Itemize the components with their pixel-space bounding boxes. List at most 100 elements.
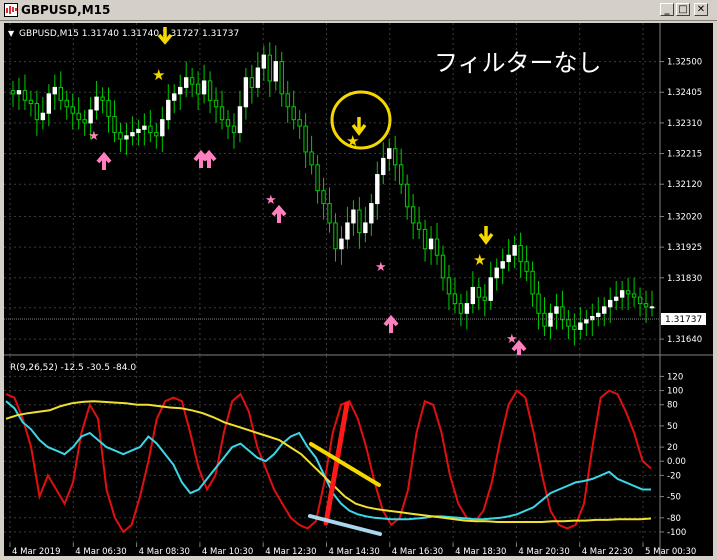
buy-arrow — [201, 149, 217, 168]
candle-body — [608, 299, 613, 308]
candle-body — [58, 86, 63, 101]
time-tick-label: 4 Mar 06:30 — [75, 547, 126, 556]
time-tick-label: 4 Mar 12:30 — [265, 547, 316, 556]
buy-arrow — [383, 314, 399, 333]
close-button[interactable]: ✕ — [694, 3, 708, 16]
candle-body — [345, 222, 350, 240]
star-marker: ★ — [88, 129, 100, 144]
candle-body — [303, 125, 308, 153]
candle-body — [22, 90, 28, 101]
buy-arrow — [96, 151, 112, 170]
candle-body — [488, 277, 493, 301]
candle-body — [201, 80, 207, 95]
candle-body — [136, 128, 141, 134]
candle-body — [106, 99, 111, 117]
candle-body — [631, 293, 637, 298]
candle-body — [404, 183, 410, 208]
candle-body — [315, 164, 320, 192]
candle-body — [357, 209, 362, 234]
candle-body — [428, 238, 434, 250]
annotation-stroke-yellow — [309, 442, 381, 487]
candle-body — [464, 303, 470, 314]
candle-body — [560, 306, 565, 321]
time-tick-label: 4 Mar 14:30 — [329, 547, 380, 556]
time-tick-label: 4 Mar 08:30 — [139, 547, 190, 556]
indicator-tick-label: -20 — [667, 471, 681, 481]
minimize-button[interactable]: _ — [660, 3, 674, 16]
star-marker: ★ — [506, 332, 518, 347]
candle-body — [285, 93, 290, 108]
price-tick-label: 1.32020 — [667, 212, 702, 222]
candle-body — [195, 83, 201, 95]
candle-body — [548, 312, 553, 327]
candle-body — [512, 245, 517, 256]
candle-body — [321, 190, 326, 205]
candle-body — [566, 319, 571, 327]
candle-body — [255, 67, 261, 88]
maximize-button[interactable]: □ — [676, 3, 690, 16]
candle-body — [476, 286, 482, 298]
candle-body — [387, 148, 392, 159]
price-axis: 1.32500 1.32405 1.32310 1.32215 1.32120 1.320… — [660, 58, 702, 345]
price-tick-label: 1.32215 — [667, 150, 702, 160]
price-tick-label: 1.32500 — [667, 58, 702, 68]
indicator-tick-label: 50 — [667, 422, 678, 432]
price-tick-label: 1.31925 — [667, 243, 702, 253]
candle-body — [434, 238, 440, 256]
candle-body — [500, 261, 505, 269]
candle-body — [142, 125, 147, 130]
candle-body — [46, 93, 52, 114]
buy-arrow — [271, 204, 287, 223]
candle-body — [518, 245, 523, 263]
candle-body — [422, 228, 428, 250]
star-marker: ★ — [473, 251, 486, 269]
star-marker: ★ — [152, 66, 165, 84]
candle-body — [213, 99, 219, 108]
candle-body — [363, 222, 368, 234]
candle-body — [584, 319, 589, 324]
candle-body — [625, 290, 631, 295]
candle-body — [602, 306, 607, 314]
candle-body — [351, 209, 356, 224]
candle-body — [148, 125, 153, 134]
candle-body — [112, 115, 117, 134]
candle-body — [619, 290, 625, 298]
candle-body — [613, 296, 619, 301]
indicator-tick-label: 0.00 — [667, 457, 686, 467]
candle-body — [470, 286, 476, 305]
highlight-circle — [330, 90, 392, 150]
candle-body — [76, 112, 81, 121]
indicator-tick-label: 20 — [667, 443, 678, 453]
star-marker: ★ — [346, 132, 359, 150]
window-title-bar[interactable]: GBPUSD,M15 _ □ ✕ — [0, 0, 717, 21]
candle-body — [643, 303, 649, 308]
candle-body — [100, 96, 105, 101]
current-price-label: 1.31737 — [665, 315, 702, 325]
candle-body — [154, 132, 159, 137]
candle-body — [189, 77, 195, 85]
time-tick-label: 4 Mar 18:30 — [455, 547, 506, 556]
candle-body — [309, 151, 314, 166]
indicator-tick-label: 120 — [667, 372, 683, 382]
candle-body — [40, 112, 46, 121]
chart-menu-triangle[interactable]: ▼ — [8, 29, 15, 38]
candle-body — [291, 106, 296, 121]
chart-area[interactable]: 1.32500 1.32405 1.32310 1.32215 1.32120 1.320… — [4, 23, 713, 557]
star-marker: ★ — [375, 260, 387, 275]
candle-body — [572, 325, 577, 330]
candle-body — [578, 322, 583, 330]
time-tick-label: 5 Mar 00:30 — [645, 547, 696, 556]
candle-body — [261, 54, 267, 69]
indicator-tick-label: -100 — [667, 528, 686, 538]
candle-body — [440, 254, 446, 279]
candle-body — [536, 293, 541, 314]
candle-body — [70, 106, 75, 114]
candle-body — [327, 203, 332, 224]
candle-body — [160, 119, 165, 137]
chart-canvas[interactable]: 1.32500 1.32405 1.32310 1.32215 1.32120 1.320… — [4, 23, 713, 557]
candle-body — [172, 93, 177, 101]
candle-body — [219, 106, 225, 121]
candle-body — [637, 296, 643, 305]
candle-body — [458, 303, 464, 314]
sell-arrow — [478, 226, 494, 245]
